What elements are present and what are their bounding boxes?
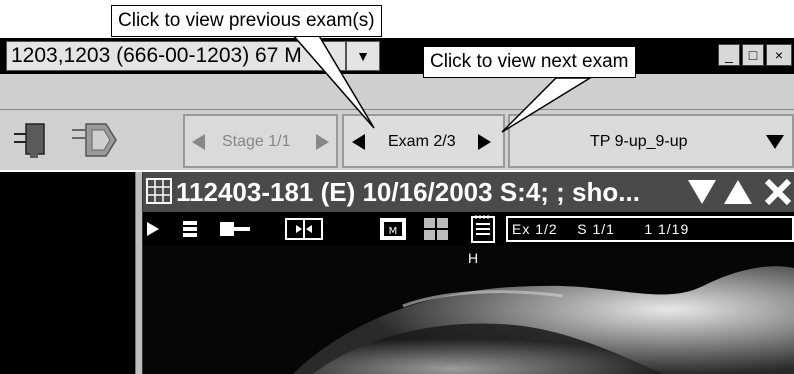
next-exam-callout: Click to view next exam (423, 46, 636, 78)
previous-exam-callout: Click to view previous exam(s) (111, 5, 382, 37)
callout-pointers (290, 33, 593, 133)
